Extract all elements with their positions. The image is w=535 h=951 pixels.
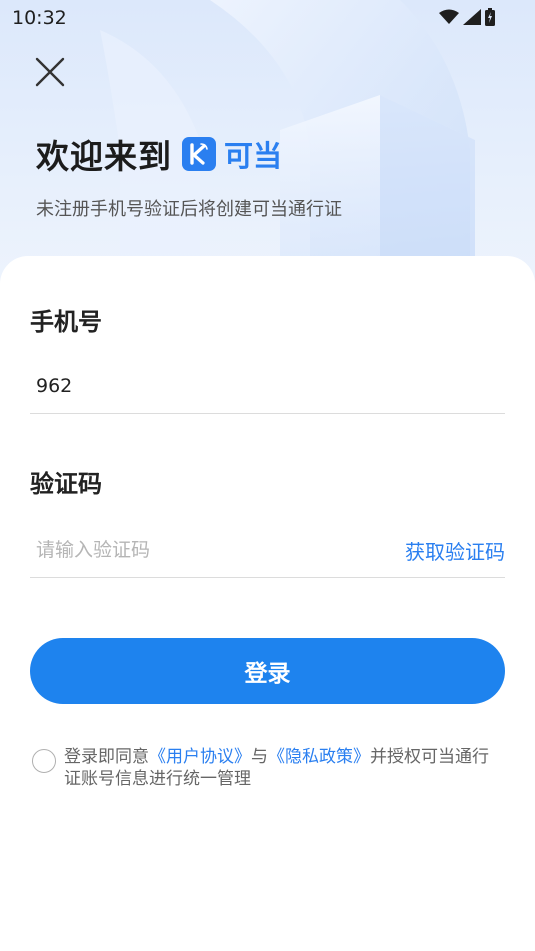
brand-logo-icon: [190, 143, 208, 165]
agreement-and: 与: [251, 747, 268, 767]
code-input[interactable]: [36, 532, 376, 568]
subtitle: 未注册手机号验证后将创建可当通行证: [36, 199, 342, 220]
wifi-icon: [439, 9, 459, 24]
code-input-row: 获取验证码: [30, 522, 505, 578]
user-agreement-link[interactable]: 《用户协议》: [149, 747, 251, 767]
status-time: 10:32: [12, 7, 67, 29]
welcome-heading: 欢迎来到 可当: [36, 130, 282, 178]
close-button[interactable]: [30, 52, 70, 92]
agreement-checkbox[interactable]: [32, 749, 56, 773]
get-code-button[interactable]: 获取验证码: [405, 536, 505, 565]
battery-icon: [485, 8, 495, 26]
agreement-text: 登录即同意《用户协议》与《隐私政策》并授权可当通行证账号信息进行统一管理: [64, 746, 502, 790]
phone-input-row: [30, 358, 505, 414]
welcome-text: 欢迎来到: [36, 137, 172, 176]
close-icon: [35, 57, 65, 87]
agreement-prefix: 登录即同意: [64, 747, 149, 767]
signal-icon: [463, 9, 481, 25]
login-button[interactable]: 登录: [30, 638, 505, 704]
agreement-row: 登录即同意《用户协议》与《隐私政策》并授权可当通行证账号信息进行统一管理: [32, 746, 502, 790]
status-bar: 10:32: [0, 0, 535, 36]
phone-label: 手机号: [30, 308, 102, 336]
phone-input[interactable]: [36, 368, 376, 404]
privacy-policy-link[interactable]: 《隐私政策》: [268, 747, 370, 767]
login-card: 手机号 验证码 获取验证码: [0, 256, 535, 951]
code-label: 验证码: [30, 470, 102, 498]
brand-logo: [182, 137, 216, 171]
brand-name: 可当: [224, 139, 283, 173]
status-icons: [439, 8, 495, 26]
